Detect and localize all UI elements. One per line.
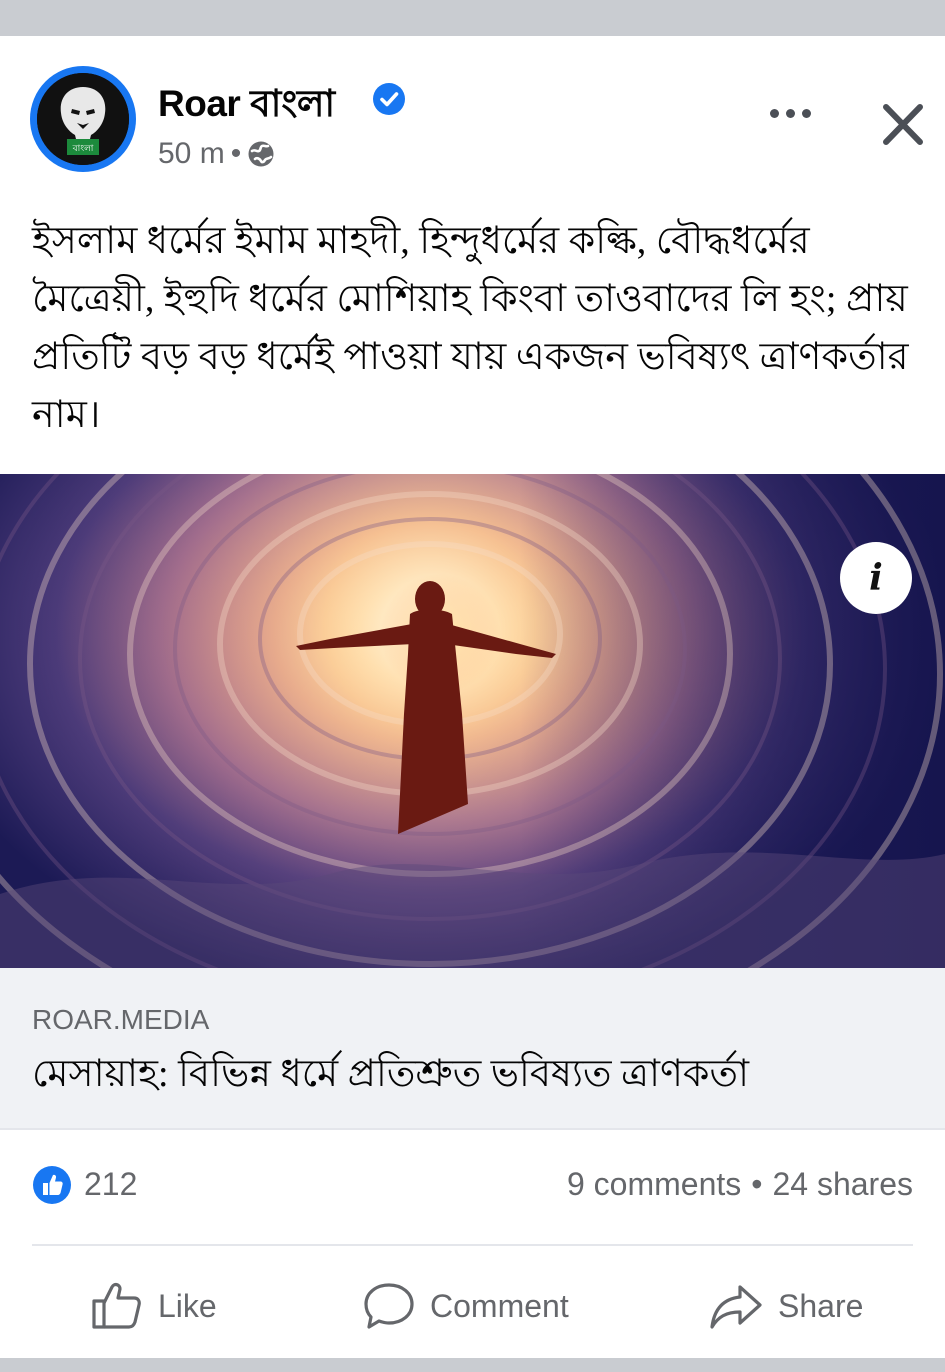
meta-separator: • <box>230 137 242 170</box>
info-icon[interactable]: i <box>840 542 912 614</box>
avatar-badge-text: বাংলা <box>72 144 94 154</box>
stats-separator: • <box>751 1166 763 1202</box>
share-arrow-icon <box>710 1285 762 1329</box>
share-button[interactable]: Share <box>708 1266 863 1346</box>
like-label: Like <box>158 1287 217 1324</box>
comment-button[interactable]: Comment <box>362 1266 569 1346</box>
reaction-count[interactable]: 212 <box>84 1166 137 1203</box>
sky-clouds-image <box>0 474 945 968</box>
page-avatar[interactable]: বাংলা <box>30 66 136 172</box>
verified-badge-icon <box>373 83 405 115</box>
shares-count[interactable]: 24 shares <box>772 1166 913 1203</box>
link-preview[interactable]: ROAR.MEDIA মেসায়াহ: বিভিন্ন ধর্মে প্রতি… <box>0 968 945 1130</box>
post-text: ইসলাম ধর্মের ইমাম মাহদী, হিন্দুধর্মের কল… <box>32 220 909 436</box>
post-meta: 50 m • <box>158 136 275 172</box>
comment-label: Comment <box>430 1287 569 1324</box>
comment-icon <box>364 1283 414 1329</box>
close-icon[interactable] <box>878 102 928 148</box>
action-bar: Like Comment Share <box>0 1266 945 1346</box>
post-time[interactable]: 50 m <box>158 137 225 171</box>
link-title: মেসায়াহ: বিভিন্ন ধর্মে প্রতিশ্রুত ভবিষ্… <box>32 1053 750 1095</box>
comments-count[interactable]: 9 comments <box>567 1166 741 1203</box>
globe-icon <box>248 141 274 167</box>
post-card: বাংলা Roar বাংলা 50 m • ইসলাম ধর্মের ইমা… <box>0 36 945 1358</box>
divider <box>32 1244 913 1246</box>
lion-logo-icon: বাংলা <box>37 73 129 165</box>
link-domain: ROAR.MEDIA <box>32 1004 210 1035</box>
engagement-stats: 9 comments • 24 shares <box>567 1166 913 1203</box>
more-options-icon[interactable] <box>760 98 820 128</box>
share-label: Share <box>778 1287 864 1324</box>
thumbs-up-icon <box>92 1282 141 1329</box>
page-name[interactable]: Roar বাংলা <box>158 74 335 137</box>
like-reaction-icon <box>33 1166 71 1204</box>
post-image[interactable]: i <box>0 474 945 968</box>
like-button[interactable]: Like <box>90 1266 217 1346</box>
